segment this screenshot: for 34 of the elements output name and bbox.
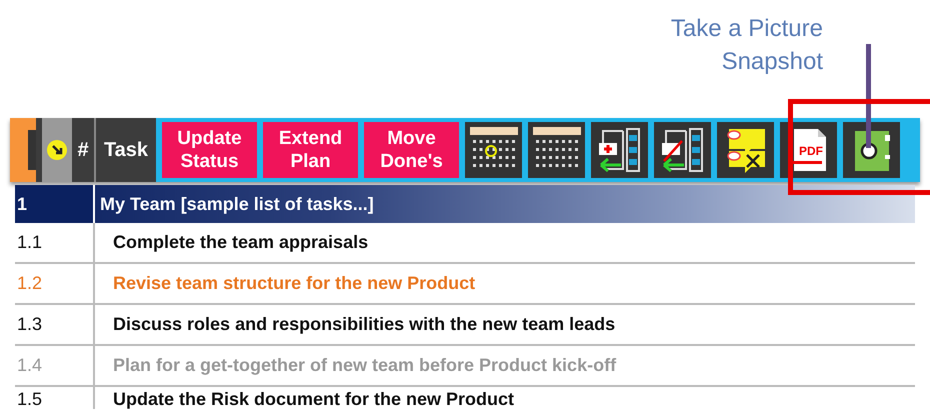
task-name: Complete the team appraisals <box>112 232 368 253</box>
task-row[interactable]: 1.4 Plan for a get-together of new team before Product kick-off <box>15 346 915 387</box>
toolbar-button[interactable] <box>465 122 522 178</box>
toolbar-button[interactable] <box>591 122 648 178</box>
toolbar-button[interactable] <box>717 122 774 178</box>
task-name: Revise team structure for the new Product <box>112 273 476 294</box>
callout-text: Take a Picture Snapshot <box>670 14 823 77</box>
arrow-circle-icon <box>46 139 68 161</box>
group-title: My Team [sample list of tasks...] <box>99 192 374 216</box>
add-rows-icon <box>596 125 642 175</box>
toolbar-button[interactable]: Update Status <box>162 122 257 178</box>
task-name: Plan for a get-together of new team before Product kick-off <box>112 355 616 376</box>
row-number: 1 <box>15 185 95 223</box>
row-number: 1.1 <box>15 223 95 262</box>
task-name: Discuss roles and responsibilities with the new team leads <box>112 314 616 335</box>
row-number: 1.5 <box>15 387 95 409</box>
row-number: 1.4 <box>15 346 95 385</box>
task-row[interactable]: 1.1 Complete the team appraisals <box>15 223 915 264</box>
task-row[interactable]: 1.5 Update the Risk document for the new Product <box>15 387 915 409</box>
row-number: 1.3 <box>15 305 95 344</box>
task-name: Update the Risk document for the new Product <box>112 388 514 410</box>
group-header-row[interactable]: 1 My Team [sample list of tasks...] <box>15 185 915 223</box>
remove-rows-icon <box>660 125 706 175</box>
row-number: 1.2 <box>15 264 95 303</box>
task-row[interactable]: 1.3 Discuss roles and responsibilities with the new team leads <box>15 305 915 346</box>
toolbar-button[interactable] <box>843 122 900 178</box>
column-header: Task <box>96 118 156 182</box>
column-header: # <box>72 118 96 182</box>
toolbar-button[interactable] <box>528 122 585 178</box>
toolbar-button[interactable]: Extend Plan <box>263 122 358 178</box>
toolbar-button[interactable] <box>654 122 711 178</box>
pdf-button[interactable]: PDF <box>780 122 837 178</box>
toolbar-button[interactable]: Move Done's <box>364 122 459 178</box>
task-row[interactable]: 1.2 Revise team structure for the new Product <box>15 264 915 305</box>
